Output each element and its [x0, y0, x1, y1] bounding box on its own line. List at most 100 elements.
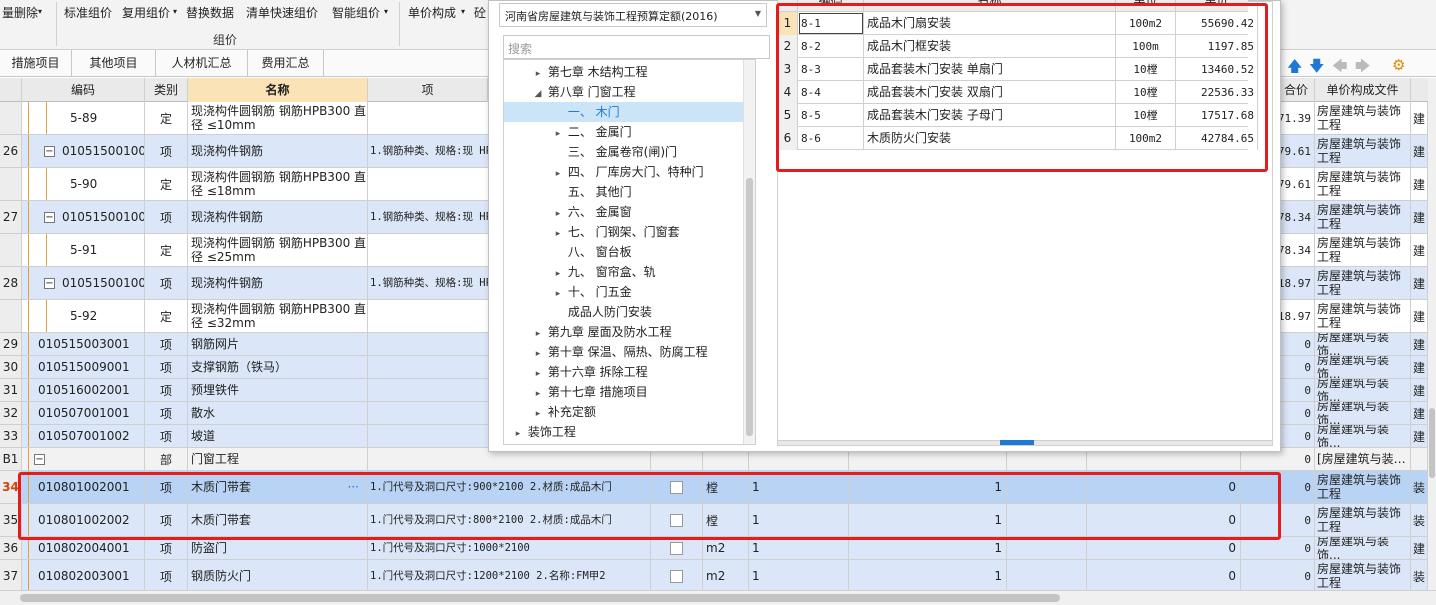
type-cell[interactable]: 项	[145, 379, 188, 401]
price-file-cell[interactable]: 房屋建筑与装饰工程	[1315, 560, 1411, 590]
qty-expr-cell[interactable]: 1	[749, 537, 849, 559]
header-total[interactable]: 合价	[1278, 78, 1315, 102]
price-file-cell[interactable]: [房屋建筑与装…	[1315, 448, 1411, 470]
scroll-thumb[interactable]	[746, 178, 753, 436]
check-cell[interactable]	[651, 560, 703, 590]
type-cell[interactable]: 定	[145, 234, 188, 266]
row-number[interactable]	[0, 168, 22, 200]
tab-cost-summary[interactable]: 费用汇总	[248, 50, 324, 77]
type-cell[interactable]: 项	[145, 201, 188, 233]
expand-arrow-icon[interactable]: ▸	[552, 204, 564, 224]
code-cell[interactable]: −	[22, 448, 145, 470]
search-input[interactable]: 搜索	[503, 35, 770, 59]
code-cell[interactable]: 010515003001	[22, 333, 145, 355]
name-cell[interactable]: 现浇构件圆钢筋 钢筋HPB300 直径 ≤10mm	[188, 102, 368, 134]
type-cell[interactable]: 项	[145, 425, 188, 447]
total-price-cell[interactable]: 0	[1241, 560, 1315, 590]
expand-arrow-icon[interactable]: ▸	[512, 424, 524, 444]
tree-scrollbar[interactable]	[743, 60, 755, 444]
price-file-cell[interactable]: 房屋建筑与装饰...	[1315, 333, 1411, 355]
header-desc[interactable]: 项	[368, 78, 488, 102]
price-file-cell[interactable]: 房屋建筑与装饰...	[1315, 425, 1411, 447]
extra-cell[interactable]: 建	[1411, 168, 1428, 200]
type-cell[interactable]: 定	[145, 102, 188, 134]
type-cell[interactable]: 项	[145, 267, 188, 299]
name-cell[interactable]: 钢筋网片	[188, 333, 368, 355]
header-price-file[interactable]: 单价构成文件	[1315, 78, 1411, 102]
price-file-cell[interactable]: 房屋建筑与装饰工程	[1315, 135, 1411, 167]
tree-node[interactable]: 五、 其他门	[504, 182, 744, 202]
header-name[interactable]: 名称	[188, 78, 368, 102]
scroll-thumb[interactable]	[1429, 408, 1435, 478]
expand-arrow-icon[interactable]: ▸	[552, 164, 564, 184]
tree-node[interactable]: ▸ 七、 门钢架、门窗套	[504, 222, 744, 242]
ribbon-btn-unit-composition[interactable]: 单价构成	[408, 4, 456, 21]
expand-arrow-icon[interactable]: ▸	[552, 284, 564, 304]
tree-node[interactable]: 三、 金属卷帘(闸)门	[504, 142, 744, 162]
tree-node[interactable]: ▸ 九、 窗帘盒、轨	[504, 262, 744, 282]
name-cell[interactable]: 坡道	[188, 425, 368, 447]
dropdown-icon[interactable]: ▾	[173, 7, 177, 16]
name-cell[interactable]: 现浇构件圆钢筋 钢筋HPB300 直径 ≤25mm	[188, 234, 368, 266]
table-row[interactable]: 37 010802003001 项钢质防火门 1.门代号及洞口尺寸:1200*2100…	[0, 560, 1428, 590]
price-file-cell[interactable]: 房屋建筑与装饰工程	[1315, 201, 1411, 233]
tree-node[interactable]: ▸ 四、 厂库房大门、特种门	[504, 162, 744, 182]
extra-cell[interactable]: 建	[1411, 135, 1428, 167]
type-cell[interactable]: 项	[145, 135, 188, 167]
expand-arrow-icon[interactable]: ◢	[532, 84, 544, 104]
name-cell[interactable]: 支撑钢筋（铁马）	[188, 356, 368, 378]
name-cell[interactable]: 门窗工程	[188, 448, 368, 470]
tab-material-summary[interactable]: 人材机汇总	[156, 50, 248, 77]
code-cell[interactable]: 5-91	[22, 234, 145, 266]
tree-node[interactable]: 成品人防门安装	[504, 302, 744, 322]
quota-library-select[interactable]: 河南省房屋建筑与装饰工程预算定额(2016) ▼	[499, 3, 767, 27]
type-cell[interactable]: 定	[145, 168, 188, 200]
unit-cell[interactable]: m2	[703, 560, 749, 590]
dropdown-icon[interactable]: ▾	[384, 7, 388, 16]
name-cell[interactable]: 现浇构件钢筋	[188, 267, 368, 299]
code-cell[interactable]: −010515001002	[22, 135, 145, 167]
tree-node[interactable]: ▸ 第十章 保温、隔热、防腐工程	[504, 342, 744, 362]
row-number[interactable]: 33	[0, 425, 22, 447]
header-type[interactable]: 类别	[145, 78, 188, 102]
collapse-icon[interactable]: −	[44, 145, 55, 157]
code-cell[interactable]: 010515009001	[22, 356, 145, 378]
row-number[interactable]	[0, 102, 22, 134]
row-number[interactable]: 30	[0, 356, 22, 378]
expand-arrow-icon[interactable]: ▸	[532, 384, 544, 404]
tree-node[interactable]: ▸ 第十七章 措施项目	[504, 382, 744, 402]
tree-node[interactable]: 八、 窗台板	[504, 242, 744, 262]
tree-node[interactable]: ▸ 六、 金属窗	[504, 202, 744, 222]
tree-node[interactable]: ▸ 二、 金属门	[504, 122, 744, 142]
price-file-cell[interactable]: 房屋建筑与装饰工程	[1315, 300, 1411, 332]
code-cell[interactable]: 5-89	[22, 102, 145, 134]
dropdown-icon[interactable]: ▾	[38, 7, 42, 16]
expand-arrow-icon[interactable]: ▸	[532, 364, 544, 384]
name-cell[interactable]: 现浇构件圆钢筋 钢筋HPB300 直径 ≤18mm	[188, 168, 368, 200]
name-cell[interactable]: 防盗门	[188, 537, 368, 559]
ribbon-btn-concrete[interactable]: 砼	[474, 4, 486, 21]
type-cell[interactable]: 项	[145, 537, 188, 559]
extra-cell[interactable]: 建	[1411, 402, 1428, 424]
ribbon-btn-standard-price[interactable]: 标准组价	[64, 4, 112, 21]
name-cell[interactable]: 散水	[188, 402, 368, 424]
ribbon-btn-quick-price[interactable]: 清单快速组价	[246, 4, 318, 21]
amount-cell[interactable]: 0	[1087, 560, 1241, 590]
row-number[interactable]	[0, 300, 22, 332]
extra-cell[interactable]: 装	[1411, 560, 1428, 590]
row-number[interactable]: 37	[0, 560, 22, 590]
row-number[interactable]: B1	[0, 448, 22, 470]
type-cell[interactable]: 项	[145, 402, 188, 424]
tree-node[interactable]: 一、 木门	[504, 102, 744, 122]
extra-cell[interactable]: 建	[1411, 300, 1428, 332]
price-file-cell[interactable]: 房屋建筑与装饰...	[1315, 537, 1411, 559]
header-code[interactable]: 编码	[22, 78, 145, 102]
qty-expr-cell[interactable]: 1	[749, 560, 849, 590]
unit-cell[interactable]: m2	[703, 537, 749, 559]
name-cell[interactable]: 现浇构件钢筋	[188, 201, 368, 233]
extra-cell[interactable]	[1411, 448, 1428, 470]
name-cell[interactable]: 现浇构件圆钢筋 钢筋HPB300 直径 ≤32mm	[188, 300, 368, 332]
extra-cell[interactable]: 装	[1411, 471, 1428, 503]
extra-cell[interactable]: 建	[1411, 379, 1428, 401]
row-number[interactable]: 27	[0, 201, 22, 233]
